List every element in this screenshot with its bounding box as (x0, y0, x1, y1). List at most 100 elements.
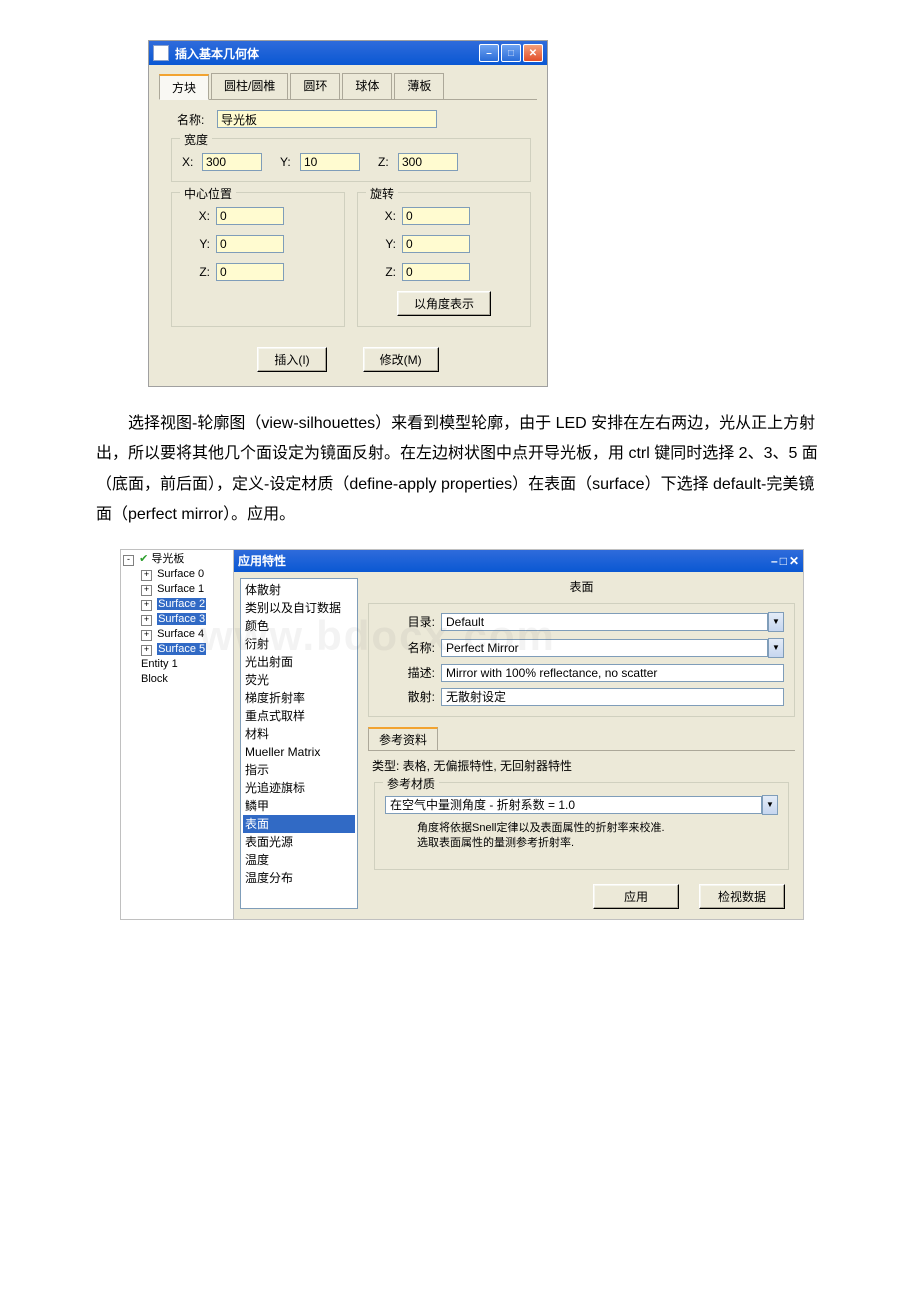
cat-temperature[interactable]: 温度 (243, 851, 355, 869)
insert-button[interactable]: 插入(I) (257, 347, 326, 372)
cat-tempdist[interactable]: 温度分布 (243, 869, 355, 887)
cat-volumescatter[interactable]: 体散射 (243, 581, 355, 599)
center-y-label: Y: (182, 237, 216, 251)
center-z-input[interactable] (216, 263, 284, 281)
cat-custom[interactable]: 类别以及自订数据 (243, 599, 355, 617)
width-z-label: Z: (378, 155, 398, 169)
cat-indicate[interactable]: 指示 (243, 761, 355, 779)
center-x-label: X: (182, 209, 216, 223)
tab-sphere[interactable]: 球体 (342, 73, 392, 99)
apply-button[interactable]: 应用 (593, 884, 679, 909)
rotate-y-input[interactable] (402, 235, 470, 253)
cat-reptile[interactable]: 鳞甲 (243, 797, 355, 815)
surface-name-combo[interactable]: Perfect Mirror (441, 639, 768, 657)
scatter-label: 散射: (379, 688, 441, 705)
center-x-input[interactable] (216, 207, 284, 225)
desc-label: 描述: (379, 664, 441, 681)
apply-properties-area: - ✔ 导光板 + Surface 0 + Surface 1 + Surfac… (120, 549, 804, 920)
cat-fluorescence[interactable]: 荧光 (243, 671, 355, 689)
minimize-button[interactable]: – (479, 44, 499, 62)
panel-title: 表面 (368, 578, 795, 595)
tree-item-surface5[interactable]: Surface 5 (157, 643, 206, 655)
ref-type-text: 类型: 表格, 无偏振特性, 无回射器特性 (372, 757, 791, 774)
center-group-label: 中心位置 (180, 185, 236, 202)
cat-surface[interactable]: 表面 (243, 815, 355, 833)
tab-cylinder[interactable]: 圆柱/圆椎 (211, 73, 288, 99)
tree-item-block[interactable]: Block (141, 673, 168, 685)
rotate-x-input[interactable] (402, 207, 470, 225)
center-z-label: Z: (182, 265, 216, 279)
chevron-down-icon[interactable]: ▼ (768, 638, 784, 658)
tab-torus[interactable]: 圆环 (290, 73, 340, 99)
rotate-y-label: Y: (368, 237, 402, 251)
minimize-button[interactable]: – (771, 554, 778, 568)
cat-rayflags[interactable]: 光追迹旗标 (243, 779, 355, 797)
tree-item-surface3[interactable]: Surface 3 (157, 613, 206, 625)
cat-exitsurface[interactable]: 光出射面 (243, 653, 355, 671)
dialog1-titlebar: 插入基本几何体 – □ ✕ (149, 41, 547, 65)
tree-expand-icon[interactable]: + (141, 585, 152, 596)
ref-material-group-label: 参考材质 (383, 775, 439, 792)
tab-thinsheet[interactable]: 薄板 (394, 73, 444, 99)
close-button[interactable]: ✕ (523, 44, 543, 62)
surface-name-label: 名称: (379, 639, 441, 656)
insert-primitive-dialog: 插入基本几何体 – □ ✕ 方块 圆柱/圆椎 圆环 球体 薄板 名称: 宽度 (148, 40, 548, 387)
maximize-button[interactable]: □ (780, 554, 787, 568)
check-icon: ✔ (139, 553, 148, 565)
cat-gradient[interactable]: 梯度折射率 (243, 689, 355, 707)
model-tree[interactable]: - ✔ 导光板 + Surface 0 + Surface 1 + Surfac… (121, 550, 234, 919)
ref-note: 角度将依据Snell定律以及表面属性的折射率来校准. 选取表面属性的量测参考折射… (417, 821, 772, 851)
tree-expand-icon[interactable]: + (141, 630, 152, 641)
rotate-group-label: 旋转 (366, 185, 398, 202)
rotate-z-label: Z: (368, 265, 402, 279)
modify-button[interactable]: 修改(M) (363, 347, 439, 372)
width-x-label: X: (182, 155, 202, 169)
tab-block[interactable]: 方块 (159, 74, 209, 100)
tree-item-surface4[interactable]: Surface 4 (157, 628, 204, 640)
dialog2-titlebar: 应用特性 – □ ✕ (234, 550, 803, 572)
desc-field: Mirror with 100% reflectance, no scatter (441, 664, 784, 682)
tab-reference[interactable]: 参考资料 (368, 727, 438, 750)
cat-material[interactable]: 材料 (243, 725, 355, 743)
category-list[interactable]: 体散射 类别以及自订数据 颜色 衍射 光出射面 荧光 梯度折射率 重点式取样 材… (240, 578, 358, 909)
cat-color[interactable]: 颜色 (243, 617, 355, 635)
scatter-field: 无散射设定 (441, 688, 784, 706)
dialog2-title: 应用特性 (238, 552, 771, 569)
cat-surfacesource[interactable]: 表面光源 (243, 833, 355, 851)
tree-item-surface0[interactable]: Surface 0 (157, 568, 204, 580)
tree-item-surface2[interactable]: Surface 2 (157, 598, 206, 610)
cat-importance[interactable]: 重点式取样 (243, 707, 355, 725)
catalog-combo[interactable]: Default (441, 613, 768, 631)
chevron-down-icon[interactable]: ▼ (768, 612, 784, 632)
tree-expand-icon[interactable]: + (141, 570, 152, 581)
close-button[interactable]: ✕ (789, 554, 799, 568)
tree-root[interactable]: 导光板 (151, 553, 184, 565)
maximize-button[interactable]: □ (501, 44, 521, 62)
width-x-input[interactable] (202, 153, 262, 171)
cat-mueller[interactable]: Mueller Matrix (243, 743, 355, 761)
view-data-button[interactable]: 检视数据 (699, 884, 785, 909)
dialog1-title: 插入基本几何体 (175, 45, 479, 62)
tree-item-surface1[interactable]: Surface 1 (157, 583, 204, 595)
name-label: 名称: (177, 111, 217, 128)
body-paragraph: 选择视图-轮廓图（view-silhouettes）来看到模型轮廓，由于 LED… (96, 409, 824, 531)
cat-diffraction[interactable]: 衍射 (243, 635, 355, 653)
ref-tabs: 参考资料 (368, 727, 795, 751)
tree-collapse-icon[interactable]: - (123, 555, 134, 566)
tree-item-entity1[interactable]: Entity 1 (141, 658, 178, 670)
chevron-down-icon[interactable]: ▼ (762, 795, 778, 815)
rotate-x-label: X: (368, 209, 402, 223)
tree-expand-icon[interactable]: + (141, 645, 152, 656)
tree-expand-icon[interactable]: + (141, 615, 152, 626)
shape-tabs: 方块 圆柱/圆椎 圆环 球体 薄板 (159, 73, 537, 100)
surface-settings-group: 目录: Default ▼ 名称: Perfect Mirror ▼ (368, 603, 795, 717)
width-group-label: 宽度 (180, 131, 212, 148)
rotate-z-input[interactable] (402, 263, 470, 281)
tree-expand-icon[interactable]: + (141, 600, 152, 611)
name-input[interactable] (217, 110, 437, 128)
angle-mode-button[interactable]: 以角度表示 (397, 291, 491, 316)
width-y-input[interactable] (300, 153, 360, 171)
width-z-input[interactable] (398, 153, 458, 171)
ref-material-combo[interactable]: 在空气中量测角度 - 折射系数 = 1.0 (385, 796, 762, 814)
center-y-input[interactable] (216, 235, 284, 253)
